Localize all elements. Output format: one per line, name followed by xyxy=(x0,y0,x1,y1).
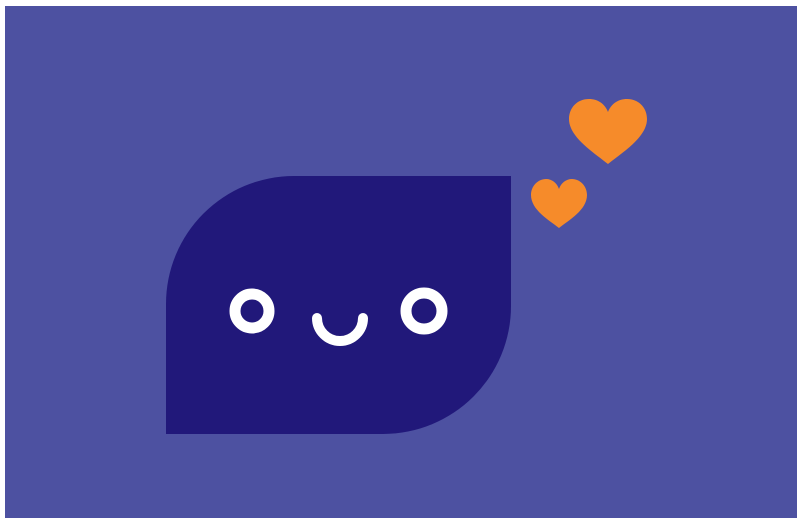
illustration-svg xyxy=(166,99,647,434)
speech-bubble-icon xyxy=(166,176,511,434)
illustration-canvas xyxy=(5,6,797,518)
heart-icon xyxy=(531,179,587,228)
heart-icon xyxy=(569,99,647,164)
